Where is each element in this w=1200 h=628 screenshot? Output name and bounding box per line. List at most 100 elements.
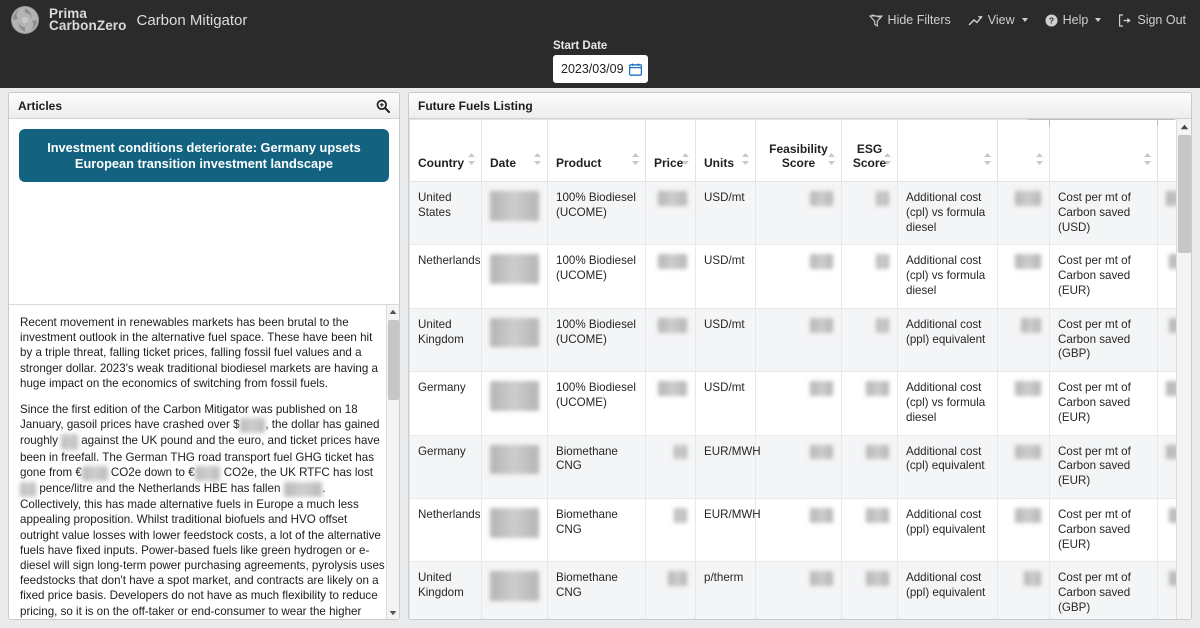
- column-header-date[interactable]: Date: [482, 120, 548, 182]
- redacted-value: 81.7: [810, 191, 833, 206]
- scroll-up-icon[interactable]: [387, 305, 399, 318]
- cell-country: Netherlands: [410, 498, 482, 561]
- table-row[interactable]: Germany2023-04-13Biomethane CNG43EUR/MWH…: [410, 435, 1177, 498]
- column-header-unlabeled-7[interactable]: [898, 120, 998, 182]
- column-header-label: Feasibility Score: [769, 142, 828, 170]
- column-header-label: Product: [556, 156, 601, 170]
- article-headline-zone: Investment conditions deteriorate: Germa…: [9, 119, 399, 304]
- cell-units: USD/mt: [696, 372, 756, 435]
- search-zoom-icon[interactable]: [376, 99, 390, 113]
- column-header-unlabeled-9[interactable]: [1050, 120, 1158, 182]
- column-header-product[interactable]: Product: [548, 120, 646, 182]
- funnel-icon: [869, 14, 883, 27]
- cell-additional-cost-value: -30.1: [998, 372, 1050, 435]
- article-headline[interactable]: Investment conditions deteriorate: Germa…: [19, 129, 389, 182]
- redacted-value: 1.8: [20, 482, 36, 497]
- articles-panel-header: Articles: [9, 93, 399, 119]
- cell-additional-cost-label: Additional cost (cpl) equivalent: [898, 435, 998, 498]
- column-header-unlabeled-8[interactable]: [998, 120, 1050, 182]
- redacted-value: 78.6: [866, 571, 889, 586]
- redacted-value: 79.6: [810, 508, 833, 523]
- table-vertical-scrollbar[interactable]: [1176, 119, 1191, 619]
- cell-carbon-cost-value: -174.0: [1158, 435, 1177, 498]
- circular-swirl-logo-icon: [10, 5, 40, 35]
- cell-additional-cost-label: Additional cost (ppl) equivalent: [898, 562, 998, 619]
- redacted-value: 75.2: [810, 254, 833, 269]
- sort-indicator-icon[interactable]: [883, 152, 892, 166]
- column-header-label: Country: [418, 156, 464, 170]
- nav-help[interactable]: ? Help: [1045, 13, 1102, 27]
- articles-panel: Articles Investment conditions deteriora…: [8, 92, 400, 620]
- table-header-row: Country Date Product PriceUnits Feasibility …: [410, 120, 1177, 182]
- cell-product: 100% Biodiesel (UCOME): [548, 372, 646, 435]
- nav-sign-out[interactable]: Sign Out: [1118, 13, 1186, 27]
- sort-indicator-icon[interactable]: [631, 152, 640, 166]
- column-header-esg-score[interactable]: ESG Score: [842, 120, 898, 182]
- table-row[interactable]: United Kingdom2023-04-13100% Biodiesel (…: [410, 308, 1177, 371]
- cell-date: 2023-04-13: [482, 562, 548, 619]
- redacted-value: -26.1: [1015, 445, 1041, 460]
- redacted-value: 5%: [61, 434, 78, 449]
- nav-hide-filters[interactable]: Hide Filters: [869, 13, 951, 27]
- sort-indicator-icon[interactable]: [827, 152, 836, 166]
- table-scroll-thumb[interactable]: [1178, 135, 1191, 253]
- table-body: United States2023-04-13100% Biodiesel (U…: [410, 182, 1177, 620]
- sort-indicator-icon[interactable]: [681, 152, 690, 166]
- sort-indicator-icon[interactable]: [1035, 152, 1044, 166]
- table-row[interactable]: Netherlands2023-04-13Biomethane CNG43EUR…: [410, 498, 1177, 561]
- cell-price: 1,090: [646, 245, 696, 308]
- cell-country: United Kingdom: [410, 308, 482, 371]
- table-header: Country Date Product PriceUnits Feasibility …: [410, 120, 1177, 182]
- scroll-up-icon[interactable]: [1177, 119, 1191, 134]
- cell-esg-score: 78.6: [842, 498, 898, 561]
- nav-view[interactable]: View: [968, 13, 1028, 27]
- column-header-country[interactable]: Country: [410, 120, 482, 182]
- cell-price: 1,090: [646, 372, 696, 435]
- redacted-value: 72.8: [866, 381, 889, 396]
- column-header-unlabeled-10[interactable]: [1158, 120, 1177, 182]
- column-header-price[interactable]: Price: [646, 120, 696, 182]
- cell-esg-score: 72: [842, 245, 898, 308]
- cell-additional-cost-label: Additional cost (cpl) vs formula diesel: [898, 182, 998, 245]
- sort-indicator-icon[interactable]: [741, 152, 750, 166]
- brand-logo[interactable]: Prima CarbonZero: [10, 5, 127, 35]
- article-scrollbar[interactable]: [386, 305, 399, 619]
- sort-indicator-icon[interactable]: [533, 152, 542, 166]
- cell-carbon-cost-value: -28.5: [1158, 308, 1177, 371]
- redacted-value: -82.3: [1169, 508, 1176, 523]
- listing-panel: Future Fuels Listing CountryDateProductP…: [408, 92, 1192, 620]
- scroll-down-icon[interactable]: [387, 606, 399, 619]
- cell-feasibility-score: 83.2: [756, 435, 842, 498]
- redacted-value: 76.4: [810, 381, 833, 396]
- future-fuels-table: Country Date Product PriceUnits Feasibility …: [409, 119, 1176, 619]
- listing-table-area: Country Date Product PriceUnits Feasibility …: [409, 119, 1191, 619]
- cell-units: USD/mt: [696, 308, 756, 371]
- cell-product: Biomethane CNG: [548, 498, 646, 561]
- cell-units: USD/mt: [696, 182, 756, 245]
- cell-additional-cost-value: -15.2: [998, 245, 1050, 308]
- filter-bar: Start Date 2023/03/09: [0, 40, 1200, 88]
- redacted-value: 305/t: [195, 466, 221, 481]
- table-row[interactable]: Netherlands2023-04-13100% Biodiesel (UCO…: [410, 245, 1177, 308]
- article-scroll-thumb[interactable]: [388, 320, 399, 400]
- cell-esg-score: 72: [842, 308, 898, 371]
- cell-carbon-cost-label: Cost per mt of Carbon saved (GBP): [1050, 562, 1158, 619]
- cell-carbon-cost-label: Cost per mt of Carbon saved (EUR): [1050, 245, 1158, 308]
- sort-indicator-icon[interactable]: [467, 152, 476, 166]
- cell-units: USD/mt: [696, 245, 756, 308]
- column-header-label: ESG Score: [853, 142, 886, 170]
- table-row[interactable]: Germany2023-04-13100% Biodiesel (UCOME)1…: [410, 372, 1177, 435]
- sort-indicator-icon[interactable]: [1143, 152, 1152, 166]
- redacted-value: 72.4: [810, 318, 833, 333]
- table-row[interactable]: United States2023-04-13100% Biodiesel (U…: [410, 182, 1177, 245]
- start-date-input[interactable]: 2023/03/09: [553, 55, 648, 83]
- column-header-feasibility-score[interactable]: Feasibility Score: [756, 120, 842, 182]
- article-body: Recent movement in renewables markets ha…: [9, 304, 399, 619]
- column-header-units[interactable]: Units: [696, 120, 756, 182]
- redacted-value: 72: [876, 318, 889, 333]
- redacted-value: -8.8: [1021, 318, 1041, 333]
- sort-indicator-icon[interactable]: [983, 152, 992, 166]
- cell-additional-cost-value: -26.1: [998, 435, 1050, 498]
- calendar-icon[interactable]: [629, 63, 642, 76]
- table-row[interactable]: United Kingdom2023-04-13Biomethane CNG10…: [410, 562, 1177, 619]
